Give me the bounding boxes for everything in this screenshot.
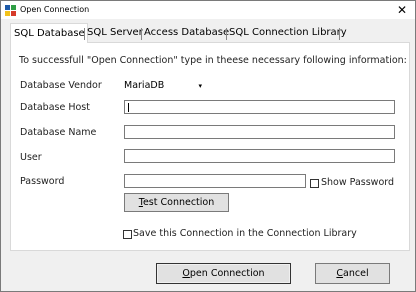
vendor-label: Database Vendor	[20, 80, 102, 91]
window-title: Open Connection	[20, 5, 90, 14]
tab-separator	[141, 28, 142, 40]
password-input[interactable]	[124, 174, 306, 188]
show-password-label[interactable]: Show Password	[321, 177, 394, 188]
vendor-select[interactable]: MariaDB ▾	[124, 79, 204, 93]
name-label: Database Name	[20, 127, 97, 138]
tab-panel: To successfull "Open Connection" type in…	[10, 42, 410, 251]
test-connection-button[interactable]: Test Connection	[124, 193, 229, 212]
user-label: User	[20, 152, 42, 163]
tab-separator	[339, 28, 340, 40]
show-password-checkbox[interactable]	[310, 179, 319, 188]
open-connection-window: Open Connection ✕ To successfull "Open C…	[0, 0, 416, 292]
database-name-input[interactable]	[124, 125, 395, 139]
tab-separator	[84, 28, 85, 40]
title-bar[interactable]: Open Connection ✕	[1, 1, 415, 19]
open-connection-button[interactable]: Open Connection	[156, 263, 291, 284]
vendor-value: MariaDB	[124, 80, 165, 91]
tab-sql-connection-library[interactable]: SQL Connection Library	[229, 25, 347, 41]
cancel-button[interactable]: Cancel	[315, 263, 390, 284]
tab-sql-database[interactable]: SQL Database	[10, 23, 88, 43]
host-input[interactable]	[124, 100, 395, 114]
save-connection-checkbox[interactable]	[123, 230, 132, 239]
close-icon[interactable]: ✕	[393, 1, 411, 19]
tab-access-database[interactable]: Access Database	[144, 25, 229, 41]
instructions-text: To successfull "Open Connection" type in…	[19, 55, 407, 66]
password-label: Password	[20, 176, 65, 187]
text-caret	[128, 103, 129, 112]
user-input[interactable]	[124, 149, 395, 163]
tab-separator	[226, 28, 227, 40]
app-icon	[5, 5, 16, 16]
tab-sql-server[interactable]: SQL Server	[87, 25, 143, 41]
save-connection-label[interactable]: Save this Connection in the Connection L…	[133, 228, 357, 239]
chevron-down-icon: ▾	[198, 82, 202, 90]
host-label: Database Host	[20, 102, 90, 113]
